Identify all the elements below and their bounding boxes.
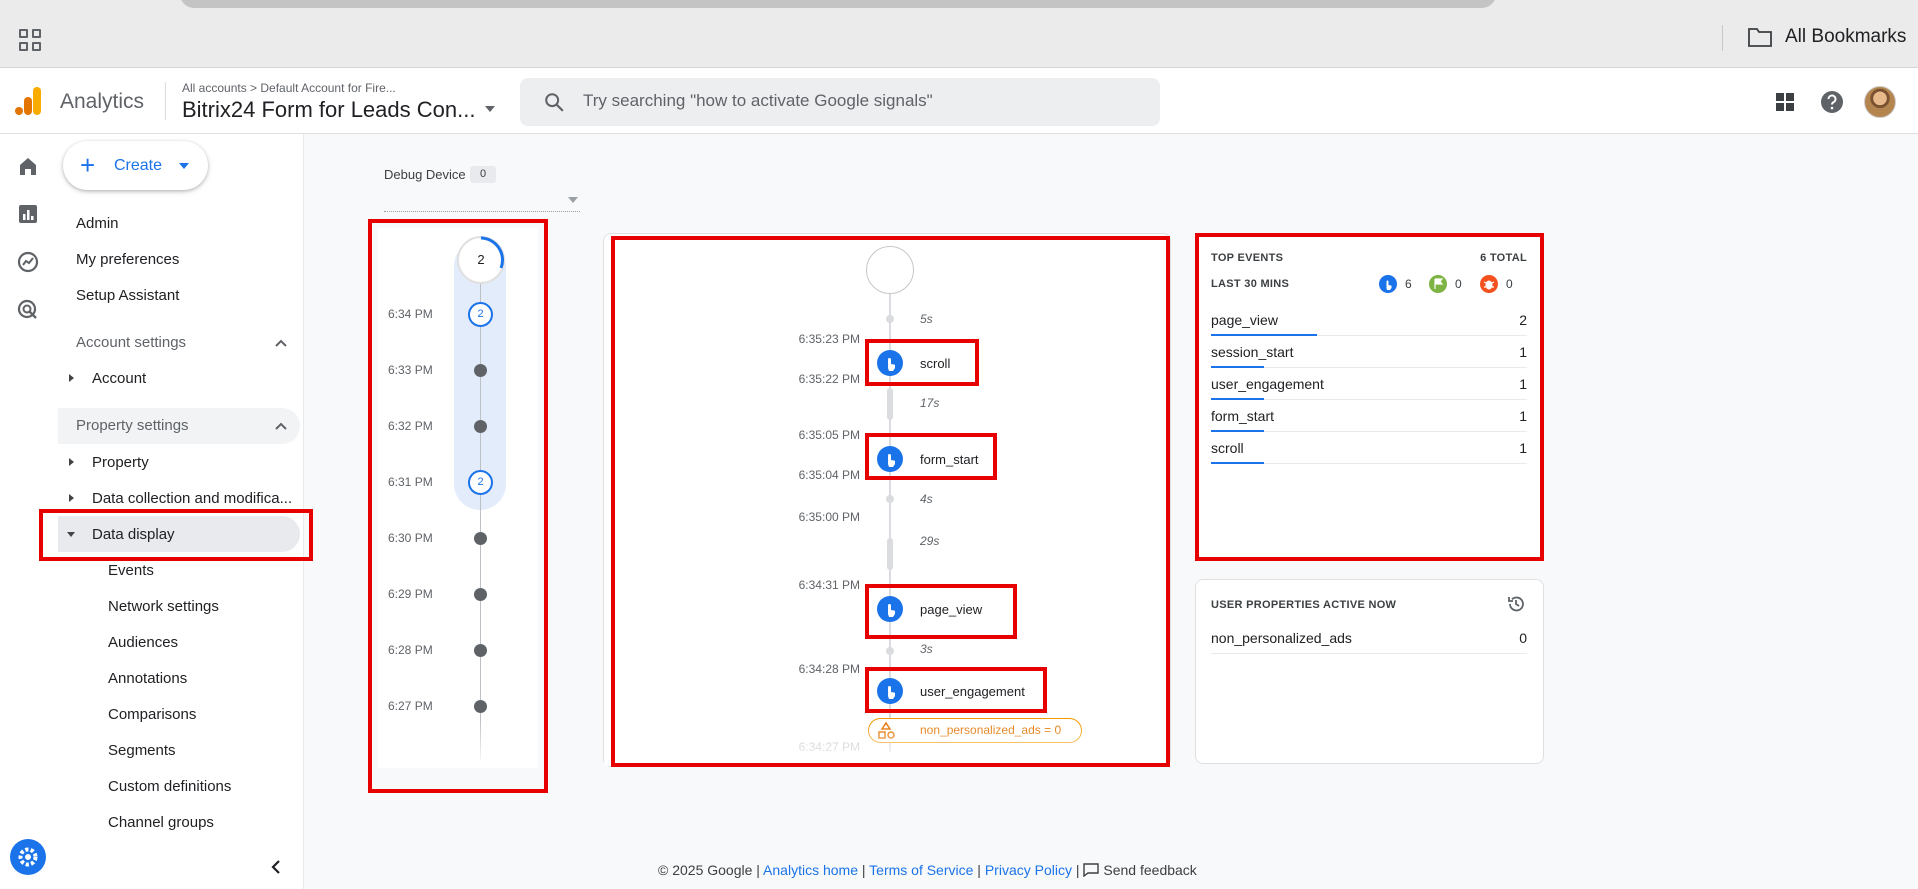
nav-item-setup-assistant[interactable]: Setup Assistant — [76, 287, 179, 304]
search-icon — [545, 93, 564, 112]
nav-item-segments[interactable]: Segments — [108, 742, 176, 759]
user-properties-title: USER PROPERTIES ACTIVE NOW — [1211, 599, 1397, 611]
nav-item-audiences[interactable]: Audiences — [108, 634, 178, 651]
annotation-box-seconds — [611, 236, 1170, 767]
chevron-left-icon[interactable] — [268, 858, 284, 876]
search-input[interactable] — [583, 88, 1143, 114]
user-property-value: 0 — [1519, 630, 1527, 646]
footer-link-terms[interactable]: Terms of Service — [869, 862, 973, 878]
property-settings-header[interactable]: Property settings — [76, 417, 189, 434]
property-selector[interactable]: Bitrix24 Form for Leads Con... — [182, 97, 475, 123]
debug-device-label: Debug Device — [384, 167, 466, 182]
settings-button[interactable] — [10, 839, 46, 875]
breadcrumb[interactable]: All accounts > Default Account for Fire.… — [182, 81, 396, 95]
history-icon[interactable] — [1506, 594, 1526, 614]
debug-device-select[interactable] — [384, 211, 580, 212]
advertising-icon[interactable] — [16, 298, 40, 322]
expand-arrow-icon[interactable] — [69, 374, 74, 382]
chevron-up-icon[interactable] — [274, 338, 288, 348]
app-name: Analytics — [60, 90, 145, 113]
gear-icon — [18, 847, 38, 867]
create-button-label[interactable]: Create — [114, 157, 162, 175]
send-feedback-link[interactable]: Send feedback — [1103, 862, 1196, 878]
nav-item-network-settings[interactable]: Network settings — [108, 598, 219, 615]
nav-item-annotations[interactable]: Annotations — [108, 670, 187, 687]
footer-link-privacy[interactable]: Privacy Policy — [985, 862, 1072, 878]
home-icon[interactable] — [16, 154, 40, 178]
user-property-name[interactable]: non_personalized_ads — [1211, 630, 1352, 646]
bookmarks-bar — [0, 0, 1918, 68]
nav-item-account[interactable]: Account — [92, 370, 146, 387]
reports-icon[interactable] — [16, 202, 40, 226]
chevron-down-icon[interactable] — [485, 106, 495, 112]
chevron-down-icon[interactable] — [179, 163, 189, 169]
chevron-up-icon[interactable] — [274, 421, 288, 431]
debug-device-count: 0 — [470, 166, 496, 183]
apps-grid-icon[interactable] — [19, 29, 41, 51]
annotation-box-minutes — [368, 219, 548, 793]
nav-item-custom-definitions[interactable]: Custom definitions — [108, 778, 231, 795]
nav-item-data-collection[interactable]: Data collection and modifica... — [92, 490, 292, 507]
explore-icon[interactable] — [16, 250, 40, 274]
nav-item-comparisons[interactable]: Comparisons — [108, 706, 196, 723]
annotation-box-top-events — [1195, 233, 1544, 561]
nav-item-my-preferences[interactable]: My preferences — [76, 251, 179, 268]
nav-item-channel-groups[interactable]: Channel groups — [108, 814, 214, 831]
all-bookmarks-link[interactable]: All Bookmarks — [1785, 26, 1906, 48]
bookmarks-divider — [1722, 25, 1723, 51]
help-icon[interactable] — [1819, 89, 1845, 115]
plus-icon: + — [80, 150, 96, 180]
nav-item-admin[interactable]: Admin — [76, 215, 119, 232]
header-divider — [165, 82, 166, 120]
expand-arrow-icon[interactable] — [69, 494, 74, 502]
nav-item-events[interactable]: Events — [108, 562, 154, 579]
expand-arrow-icon[interactable] — [69, 458, 74, 466]
feedback-icon — [1083, 863, 1100, 877]
chevron-down-icon[interactable] — [568, 197, 578, 203]
browser-tab-strip — [180, 0, 1496, 8]
analytics-logo-icon — [15, 87, 41, 115]
nav-item-property[interactable]: Property — [92, 454, 149, 471]
footer-link-analytics-home[interactable]: Analytics home — [763, 862, 858, 878]
folder-icon — [1748, 28, 1772, 47]
annotation-box-data-display — [39, 509, 313, 561]
account-settings-header[interactable]: Account settings — [76, 334, 186, 351]
apps-icon[interactable] — [1772, 89, 1798, 115]
footer: © 2025 Google | Analytics home | Terms o… — [658, 862, 1197, 878]
avatar[interactable] — [1864, 86, 1896, 118]
footer-copyright: © 2025 Google — [658, 862, 753, 878]
